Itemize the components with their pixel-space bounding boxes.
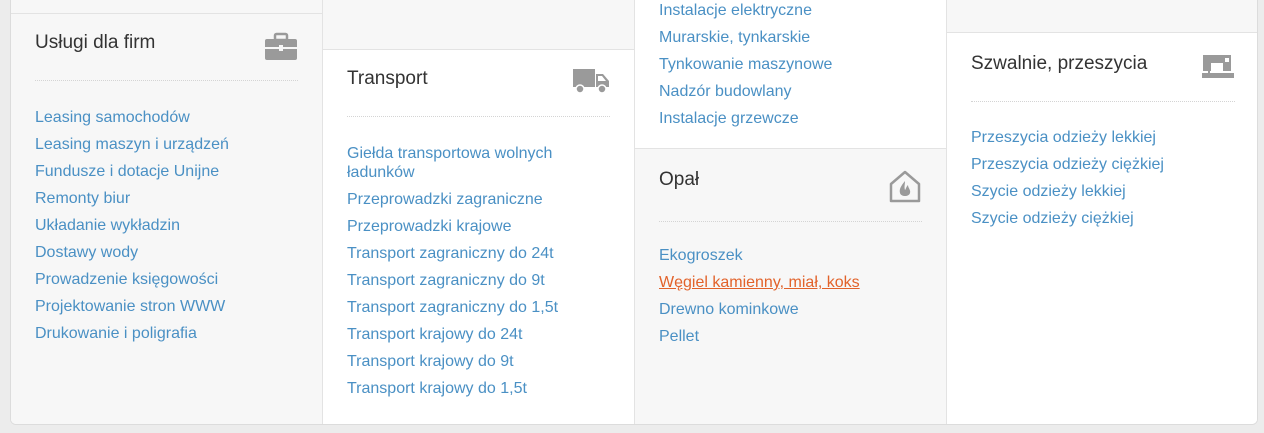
category-link[interactable]: Murarskie, tynkarskie [659, 29, 810, 46]
section-title: Szwalnie, przeszycia [971, 53, 1148, 74]
list-item[interactable]: Transport zagraniczny do 9t [347, 271, 574, 290]
card-fuel: Opał Ekogroszek Węgiel kamienny, miał, k… [635, 149, 946, 424]
category-link[interactable]: Instalacje grzewcze [659, 110, 799, 127]
category-link[interactable]: Prowadzenie księgowości [35, 271, 218, 288]
column-transport: Transport Giełda transportowa wolnych ła… [322, 0, 634, 424]
truck-icon [572, 66, 610, 96]
column-sewing: Szwalnie, przeszycia Przeszycia odzieży … [946, 0, 1257, 424]
category-link[interactable]: Transport krajowy do 24t [347, 326, 522, 343]
list-item[interactable]: Ekogroszek [659, 242, 926, 269]
divider [971, 101, 1235, 102]
category-link[interactable]: Remonty biur [35, 190, 130, 207]
category-link[interactable]: Transport zagraniczny do 1,5t [347, 299, 558, 316]
section-title: Opał [659, 169, 700, 190]
list-item[interactable]: Układanie wykładzin [35, 212, 302, 239]
category-link[interactable]: Transport krajowy do 9t [347, 353, 514, 370]
list-item[interactable]: Tynkowanie maszynowe [659, 51, 926, 78]
list-item[interactable]: Instalacje grzewcze [659, 105, 926, 132]
list-item[interactable]: Projektowanie stron WWW [35, 293, 302, 320]
category-link[interactable]: Ekogroszek [659, 247, 743, 264]
category-link[interactable]: Drewno kominkowe [659, 301, 799, 318]
list-item[interactable]: Transport zagraniczny do 1,5t [347, 298, 574, 317]
list-item[interactable]: Leasing maszyn i urządzeń [35, 131, 302, 158]
list-item[interactable]: Transport krajowy do 9t [347, 352, 574, 371]
category-link[interactable]: Transport krajowy do 1,5t [347, 380, 527, 397]
list-item[interactable]: Drewno kominkowe [659, 296, 926, 323]
category-link[interactable]: Szycie odzieży ciężkiej [971, 210, 1134, 227]
list-item[interactable]: Transport krajowy do 1,5t [347, 379, 574, 398]
category-link[interactable]: Układanie wykładzin [35, 217, 180, 234]
category-link[interactable]: Przeprowadzki zagraniczne [347, 191, 543, 208]
link-list: Leasing samochodów Leasing maszyn i urzą… [35, 104, 302, 347]
list-item[interactable]: Drukowanie i poligrafia [35, 320, 302, 347]
list-item[interactable]: Transport krajowy do 24t [347, 325, 574, 344]
category-link[interactable]: Przeszycia odzieży lekkiej [971, 129, 1156, 146]
list-item[interactable]: Przeprowadzki krajowe [347, 217, 574, 236]
category-link[interactable]: Projektowanie stron WWW [35, 298, 225, 315]
category-link[interactable]: Przeprowadzki krajowe [347, 218, 512, 235]
category-link[interactable]: Tynkowanie maszynowe [659, 56, 832, 73]
category-link[interactable]: Giełda transportowa wolnych ładunków [347, 145, 552, 181]
list-item[interactable]: Transport zagraniczny do 24t [347, 244, 574, 263]
category-link[interactable]: Transport zagraniczny do 24t [347, 245, 554, 262]
list-item[interactable]: Przeszycia odzieży ciężkiej [971, 151, 1239, 178]
category-link[interactable]: Szycie odzieży lekkiej [971, 183, 1126, 200]
category-panel: Usługi dla firm Leasing samochodów Leasi… [10, 0, 1258, 425]
category-link[interactable]: Dostawy wody [35, 244, 138, 261]
category-link[interactable]: Transport zagraniczny do 9t [347, 272, 545, 289]
list-item[interactable]: Przeszycia odzieży lekkiej [971, 124, 1239, 151]
divider [35, 80, 298, 81]
divider [659, 221, 922, 222]
category-link[interactable]: Nadzór budowlany [659, 83, 792, 100]
list-item[interactable]: Remonty biur [35, 185, 302, 212]
list-item[interactable]: Przeprowadzki zagraniczne [347, 190, 574, 209]
list-item[interactable]: Pellet [659, 323, 926, 350]
list-item[interactable]: Giełda transportowa wolnych ładunków [347, 144, 574, 182]
card-transport: Transport Giełda transportowa wolnych ła… [323, 49, 634, 424]
link-list: Przeszycia odzieży lekkiej Przeszycia od… [971, 124, 1239, 232]
section-title: Transport [347, 68, 428, 89]
list-item[interactable]: Węgiel kamienny, miał, koks [659, 269, 926, 296]
section-title: Usługi dla firm [35, 32, 156, 53]
list-item[interactable]: Dostawy wody [35, 239, 302, 266]
category-link-active[interactable]: Węgiel kamienny, miał, koks [659, 274, 860, 291]
list-item[interactable]: Nadzór budowlany [659, 78, 926, 105]
list-item[interactable]: Prowadzenie księgowości [35, 266, 302, 293]
card-construction: Instalacje elektryczne Murarskie, tynkar… [635, 0, 946, 149]
category-link[interactable]: Leasing maszyn i urządzeń [35, 136, 229, 153]
link-list: Giełda transportowa wolnych ładunków Prz… [347, 144, 574, 406]
house-fire-icon [888, 169, 922, 203]
briefcase-icon [264, 32, 298, 62]
column-business-services: Usługi dla firm Leasing samochodów Leasi… [11, 0, 322, 424]
link-list: Ekogroszek Węgiel kamienny, miał, koks D… [659, 242, 926, 350]
link-list: Instalacje elektryczne Murarskie, tynkar… [659, 0, 926, 132]
column-construction-fuel: Instalacje elektryczne Murarskie, tynkar… [634, 0, 946, 424]
sewing-machine-icon [1201, 51, 1235, 81]
list-item[interactable]: Instalacje elektryczne [659, 0, 926, 24]
list-item[interactable]: Szycie odzieży ciężkiej [971, 205, 1239, 232]
category-link[interactable]: Drukowanie i poligrafia [35, 325, 197, 342]
list-item[interactable]: Szycie odzieży lekkiej [971, 178, 1239, 205]
card-business-services: Usługi dla firm Leasing samochodów Leasi… [11, 13, 322, 424]
divider [347, 116, 610, 117]
category-link[interactable]: Przeszycia odzieży ciężkiej [971, 156, 1164, 173]
list-item[interactable]: Fundusze i dotacje Unijne [35, 158, 302, 185]
category-link[interactable]: Pellet [659, 328, 699, 345]
list-item[interactable]: Leasing samochodów [35, 104, 302, 131]
list-item[interactable]: Murarskie, tynkarskie [659, 24, 926, 51]
category-link[interactable]: Instalacje elektryczne [659, 2, 812, 19]
category-link[interactable]: Fundusze i dotacje Unijne [35, 163, 219, 180]
card-sewing: Szwalnie, przeszycia Przeszycia odzieży … [947, 32, 1257, 424]
category-link[interactable]: Leasing samochodów [35, 109, 190, 126]
